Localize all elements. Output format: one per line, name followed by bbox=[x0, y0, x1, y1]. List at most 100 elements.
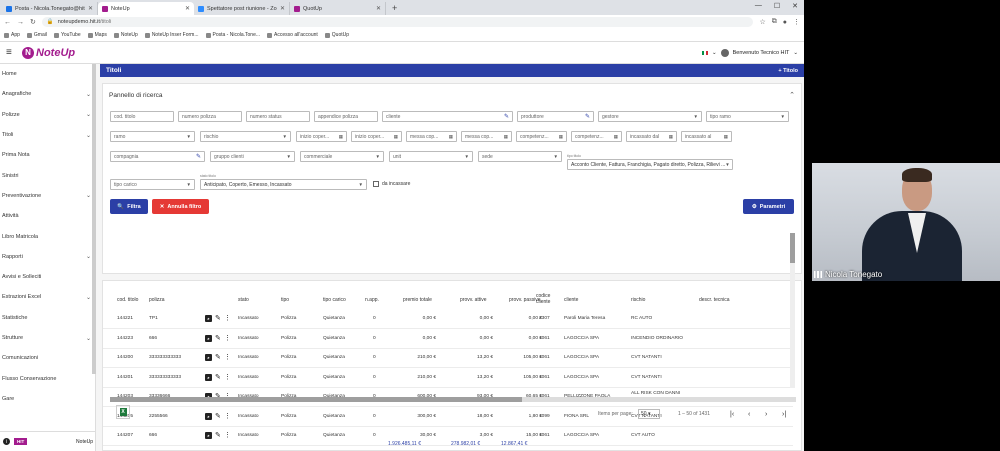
search-field[interactable]: produttore ✎ bbox=[517, 111, 594, 122]
sidebar-item[interactable]: Flusso Conservazione bbox=[0, 368, 95, 388]
sidebar-item[interactable]: Comunicazioni bbox=[0, 348, 95, 368]
search-detail-icon[interactable]: ⌕ bbox=[205, 354, 212, 361]
add-titolo-button[interactable]: + Titolo bbox=[778, 68, 798, 74]
forward-icon[interactable]: → bbox=[17, 19, 24, 26]
column-header[interactable]: tipo carico bbox=[323, 297, 346, 303]
sidebar-item[interactable]: Libro Matricola bbox=[0, 226, 95, 246]
app-logo[interactable]: N NoteUp bbox=[22, 46, 75, 59]
column-header[interactable]: codice cliente bbox=[536, 293, 554, 305]
calendar-icon[interactable]: ▦ bbox=[394, 134, 398, 140]
search-field[interactable]: ramo ▼ bbox=[110, 131, 195, 142]
more-options-icon[interactable]: ⋮ bbox=[224, 354, 231, 361]
tab-close-icon[interactable]: ✕ bbox=[185, 5, 190, 12]
tab-close-icon[interactable]: ✕ bbox=[280, 5, 285, 12]
more-options-icon[interactable]: ⋮ bbox=[224, 315, 231, 322]
bookmark-item[interactable]: QuotUp bbox=[324, 32, 349, 38]
menu-icon[interactable]: ⋮ bbox=[793, 18, 800, 26]
calendar-icon[interactable]: ▦ bbox=[614, 134, 618, 140]
browser-tab[interactable]: QuotUp ✕ bbox=[290, 2, 386, 15]
scroll-thumb[interactable] bbox=[110, 397, 522, 402]
search-field[interactable]: cliente ✎ bbox=[382, 111, 513, 122]
pencil-icon[interactable]: ✎ bbox=[196, 153, 201, 160]
annulla-filtro-button[interactable]: ✕ Annulla filtro bbox=[152, 199, 209, 214]
hamburger-menu-icon[interactable]: ≡ bbox=[6, 47, 20, 58]
table-row[interactable]: 144223 666 Incassato Polizza Quietanza 0 0,00 … bbox=[103, 330, 793, 349]
items-per-page-select[interactable]: 50 ▾ bbox=[638, 409, 660, 419]
sidebar-item[interactable]: Rapporti ⌄ bbox=[0, 247, 95, 267]
calendar-icon[interactable]: ▦ bbox=[669, 134, 673, 140]
bookmark-item[interactable]: Maps bbox=[87, 32, 107, 38]
bookmark-item[interactable]: App bbox=[4, 32, 20, 38]
search-field[interactable]: inizio coper... ▦ bbox=[296, 131, 347, 142]
search-field[interactable]: cod. titolo bbox=[110, 111, 174, 122]
scroll-thumb[interactable] bbox=[790, 233, 795, 263]
italian-flag-icon[interactable] bbox=[702, 50, 709, 55]
edit-icon[interactable]: ✎ bbox=[215, 315, 221, 322]
tab-close-icon[interactable]: ✕ bbox=[88, 5, 93, 12]
minimize-icon[interactable]: — bbox=[755, 2, 762, 10]
search-field[interactable]: unit ▼ bbox=[389, 151, 473, 162]
column-header[interactable]: cod. titolo bbox=[117, 297, 138, 303]
column-header[interactable]: rischio bbox=[631, 297, 645, 303]
stato-titolo-select[interactable]: Anticipato, Coperto, Emesso, Incassato ▼ bbox=[200, 179, 367, 190]
last-page-icon[interactable]: ›| bbox=[782, 411, 786, 418]
search-field[interactable]: incassato al ▦ bbox=[681, 131, 732, 142]
tipo-carico-select[interactable]: tipo carico ▼ bbox=[110, 179, 195, 190]
sidebar-item[interactable]: Prima Nota bbox=[0, 145, 95, 165]
edit-icon[interactable]: ✎ bbox=[215, 432, 221, 439]
search-field[interactable]: messa cop... ▦ bbox=[461, 131, 512, 142]
back-icon[interactable]: ← bbox=[4, 19, 11, 26]
sidebar-item[interactable]: Polizze ⌄ bbox=[0, 105, 95, 125]
search-field[interactable]: inizio coper... ▦ bbox=[351, 131, 402, 142]
sidebar-item[interactable]: Gare bbox=[0, 389, 95, 409]
sidebar-item[interactable]: Preventivazione ⌄ bbox=[0, 186, 95, 206]
close-icon[interactable]: ✕ bbox=[792, 2, 798, 10]
filtra-button[interactable]: 🔍 Filtra bbox=[110, 199, 148, 214]
address-bar[interactable]: 🔒 noteupdemo.hit.it/titoli bbox=[41, 17, 754, 27]
info-icon[interactable]: i bbox=[3, 438, 10, 445]
search-field[interactable]: tipo ramo ▼ bbox=[706, 111, 789, 122]
sidebar-item[interactable]: Titoli ⌄ bbox=[0, 125, 95, 145]
table-row[interactable]: 144200 333333333333 Incassato Polizza Quieta… bbox=[103, 349, 793, 368]
reload-icon[interactable]: ↻ bbox=[30, 18, 36, 26]
pencil-icon[interactable]: ✎ bbox=[504, 113, 509, 120]
sidebar-item[interactable]: Estrazioni Excel ⌄ bbox=[0, 287, 95, 307]
calendar-icon[interactable]: ▦ bbox=[559, 134, 563, 140]
search-field[interactable]: incassato dal ▦ bbox=[626, 131, 677, 142]
search-field[interactable]: commerciale ▼ bbox=[300, 151, 384, 162]
extensions-icon[interactable]: ⧉ bbox=[772, 18, 777, 26]
search-field[interactable]: numero polizza bbox=[178, 111, 242, 122]
maximize-icon[interactable]: ☐ bbox=[774, 2, 780, 10]
search-field[interactable]: rischio ▼ bbox=[200, 131, 291, 142]
column-header[interactable]: premio totale bbox=[403, 297, 432, 303]
column-header[interactable]: n.app. bbox=[365, 297, 379, 303]
star-icon[interactable]: ☆ bbox=[759, 18, 765, 26]
table-row[interactable]: 144201 333333333333 Incassato Polizza Quieta… bbox=[103, 369, 793, 388]
search-detail-icon[interactable]: ⌕ bbox=[205, 373, 212, 381]
column-header[interactable]: provv. attive bbox=[460, 297, 487, 303]
sidebar-item[interactable]: Attività bbox=[0, 206, 95, 226]
search-field[interactable]: sede ▼ bbox=[478, 151, 562, 162]
edit-icon[interactable]: ✎ bbox=[215, 354, 221, 361]
next-page-icon[interactable]: › bbox=[765, 411, 767, 418]
pencil-icon[interactable]: ✎ bbox=[585, 113, 590, 120]
bookmark-item[interactable]: NoteUp bbox=[113, 32, 138, 38]
bookmark-item[interactable]: YouTube bbox=[53, 32, 81, 38]
search-field[interactable]: competenz... ▦ bbox=[516, 131, 567, 142]
user-menu[interactable]: ⌄ Benvenuto Tecnico HIT ⌄ bbox=[702, 48, 798, 57]
tab-close-icon[interactable]: ✕ bbox=[376, 5, 381, 12]
table-row[interactable]: 144221 TP1 Incassato Polizza Quietanza 0 0,00 … bbox=[103, 310, 793, 329]
search-detail-icon[interactable]: ⌕ bbox=[205, 334, 212, 342]
search-field[interactable]: gruppo clienti ▼ bbox=[210, 151, 295, 162]
calendar-icon[interactable]: ▦ bbox=[504, 134, 508, 140]
parametri-button[interactable]: ⚙ Parametri bbox=[743, 199, 794, 214]
sidebar-item[interactable]: Sinistri bbox=[0, 165, 95, 185]
video-tile[interactable]: Nicola Tonegato bbox=[812, 163, 1000, 281]
sidebar-item[interactable]: Strutture ⌄ bbox=[0, 328, 95, 348]
prev-page-icon[interactable]: ‹ bbox=[748, 411, 750, 418]
bookmark-item[interactable]: Posta - Nicola.Tone... bbox=[205, 32, 260, 38]
new-tab-button[interactable]: + bbox=[386, 3, 403, 13]
column-header[interactable]: cliente bbox=[564, 297, 578, 303]
search-field[interactable]: compagnia ✎ bbox=[110, 151, 205, 162]
bookmark-item[interactable]: NoteUp Inser Form... bbox=[144, 32, 199, 38]
